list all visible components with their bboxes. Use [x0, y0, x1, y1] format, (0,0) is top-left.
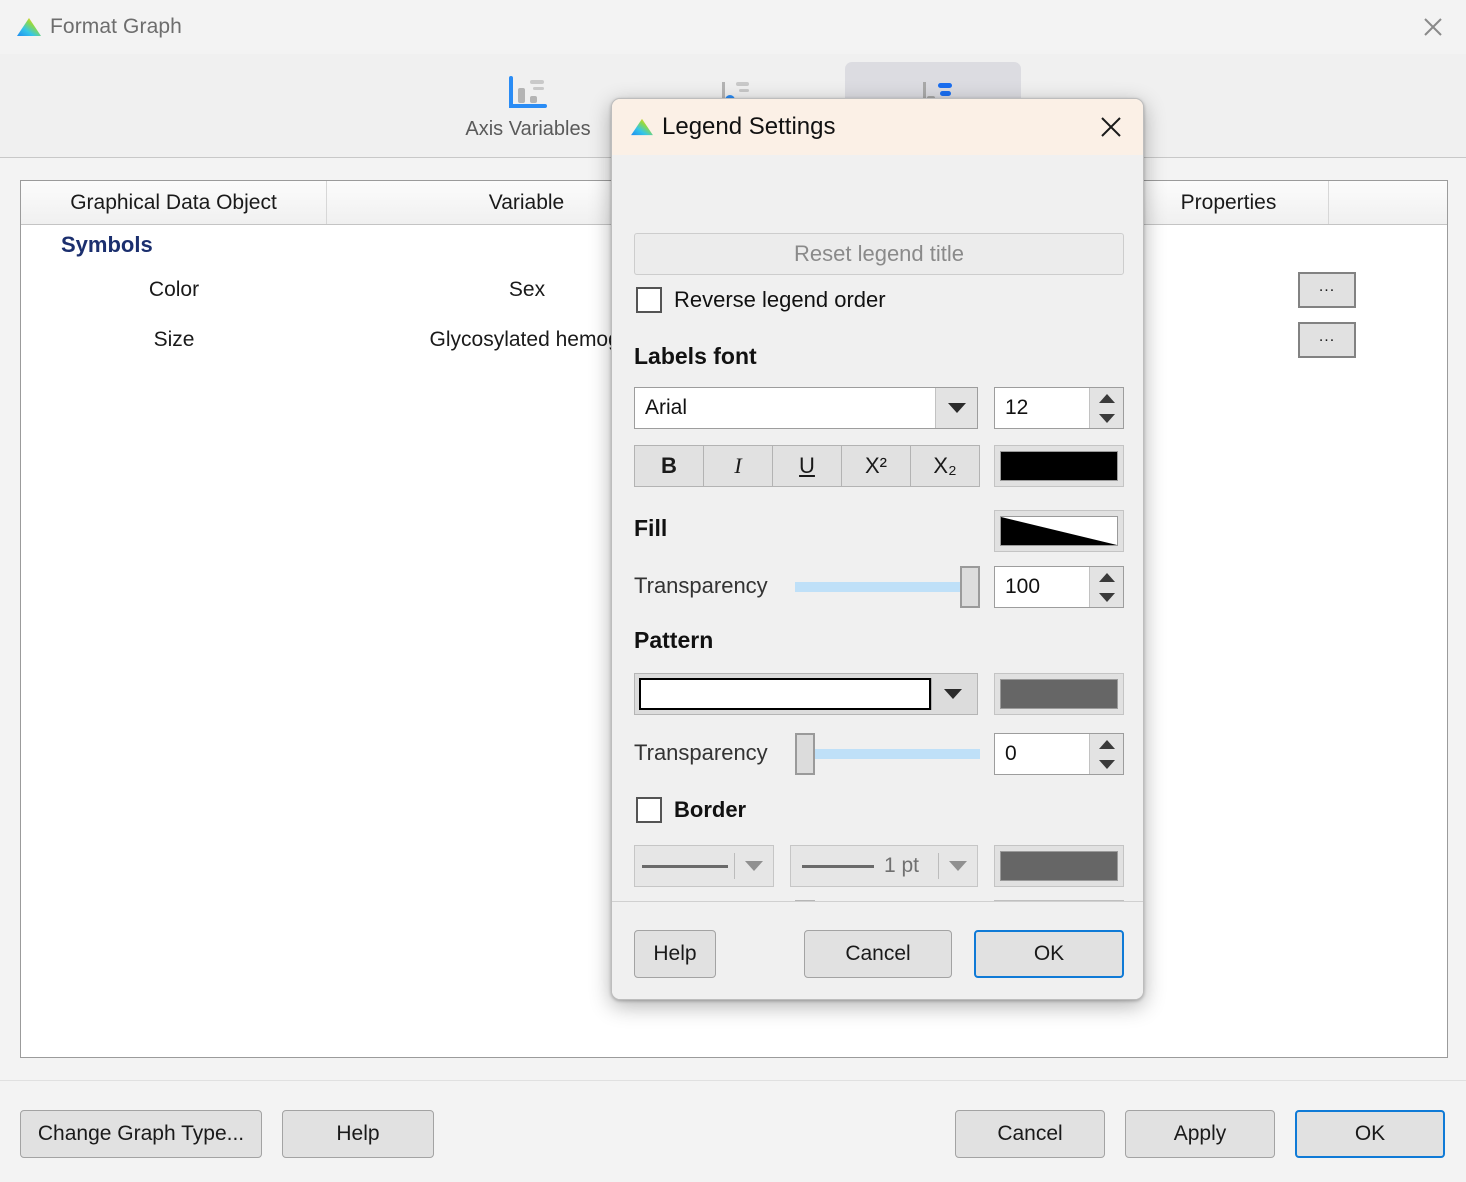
reverse-legend-order-checkbox[interactable] — [636, 287, 662, 313]
properties-column: ... ... — [1227, 226, 1427, 358]
font-size-spinner[interactable]: 12 — [994, 387, 1124, 429]
slider-thumb[interactable] — [960, 566, 980, 608]
font-color-fill — [1000, 451, 1118, 481]
stepper-up-icon[interactable] — [1090, 388, 1123, 408]
font-size-stepper[interactable] — [1089, 388, 1123, 428]
dialog-title: Legend Settings — [662, 113, 835, 141]
prism-triangle-logo — [630, 117, 654, 137]
stepper-down-icon[interactable] — [1090, 587, 1123, 607]
fill-transparency-slider[interactable] — [795, 566, 980, 608]
stepper-down-icon[interactable] — [1090, 754, 1123, 774]
subscript-button[interactable]: X₂ — [910, 445, 980, 487]
superscript-button[interactable]: X² — [841, 445, 911, 487]
bold-button[interactable]: B — [634, 445, 704, 487]
fill-heading: Fill — [634, 515, 667, 542]
pattern-transparency-stepper[interactable] — [1089, 734, 1123, 774]
reset-legend-title-button[interactable]: Reset legend title — [634, 233, 1124, 275]
fill-gradient-preview — [1000, 516, 1118, 546]
pattern-color-fill — [1000, 679, 1118, 709]
stepper-up-icon[interactable] — [1090, 734, 1123, 754]
ok-button[interactable]: OK — [1295, 1110, 1445, 1158]
dialog-body: Reset legend title Reverse legend order … — [612, 155, 1143, 903]
tab-axis-variables-label: Axis Variables — [465, 118, 590, 141]
border-row[interactable]: Border — [636, 797, 746, 823]
column-header-properties[interactable]: Properties — [1129, 181, 1329, 224]
change-graph-type-button[interactable]: Change Graph Type... — [20, 1110, 262, 1158]
chevron-down-icon[interactable] — [939, 861, 977, 871]
help-button[interactable]: Help — [282, 1110, 434, 1158]
window-title: Format Graph — [50, 15, 182, 39]
chevron-down-icon[interactable] — [935, 388, 977, 428]
slider-track — [795, 749, 980, 759]
dialog-titlebar: Legend Settings — [612, 99, 1143, 155]
border-thickness-combo[interactable]: 1 pt — [790, 845, 978, 887]
column-header-trailing[interactable] — [1329, 181, 1447, 224]
thickness-preview: 1 pt — [791, 854, 938, 878]
axis-variables-icon — [505, 74, 551, 114]
fill-color-swatch[interactable] — [994, 510, 1124, 552]
border-thickness-value: 1 pt — [884, 854, 919, 878]
border-line-style-combo[interactable] — [634, 845, 774, 887]
underline-button[interactable]: U — [772, 445, 842, 487]
prism-triangle-logo — [16, 16, 42, 38]
reverse-legend-order-label: Reverse legend order — [674, 287, 886, 313]
fill-transparency-spinner[interactable]: 100 — [994, 566, 1124, 608]
format-graph-window: Format Graph Axis Variables — [0, 0, 1466, 1182]
pattern-transparency-spinner[interactable]: 0 — [994, 733, 1124, 775]
cell-object: Size — [21, 315, 327, 365]
properties-ellipsis-button[interactable]: ... — [1298, 272, 1356, 308]
window-titlebar: Format Graph — [0, 0, 1466, 54]
dialog-footer: Help Cancel OK — [612, 901, 1143, 999]
slider-thumb[interactable] — [795, 733, 815, 775]
pattern-preview — [639, 678, 931, 710]
font-size-value[interactable]: 12 — [995, 388, 1089, 428]
close-icon — [1421, 15, 1445, 39]
pattern-transparency-value[interactable]: 0 — [995, 734, 1089, 774]
dialog-cancel-button[interactable]: Cancel — [804, 930, 952, 978]
border-color-fill — [1000, 851, 1118, 881]
border-checkbox[interactable] — [636, 797, 662, 823]
column-header-graphical-data-object[interactable]: Graphical Data Object — [21, 181, 327, 224]
dialog-help-button[interactable]: Help — [634, 930, 716, 978]
font-style-button-group: B I U X² X₂ — [634, 445, 980, 487]
border-color-swatch[interactable] — [994, 845, 1124, 887]
cell-object: Color — [21, 265, 327, 315]
close-icon — [1098, 114, 1124, 140]
apply-button[interactable]: Apply — [1125, 1110, 1275, 1158]
fill-transparency-label: Transparency — [634, 573, 768, 599]
line-style-preview — [635, 865, 734, 868]
font-color-swatch[interactable] — [994, 445, 1124, 487]
legend-settings-dialog: Legend Settings Reset legend title Rever… — [611, 98, 1144, 1000]
slider-track — [795, 582, 980, 592]
dialog-close-button[interactable] — [1091, 109, 1131, 145]
chevron-down-icon[interactable] — [735, 861, 773, 871]
reverse-legend-order-row[interactable]: Reverse legend order — [636, 287, 886, 313]
pattern-color-swatch[interactable] — [994, 673, 1124, 715]
pattern-transparency-slider[interactable] — [795, 733, 980, 775]
font-family-value: Arial — [635, 388, 935, 428]
tab-axis-variables[interactable]: Axis Variables — [440, 62, 616, 150]
fill-transparency-stepper[interactable] — [1089, 567, 1123, 607]
font-family-combo[interactable]: Arial — [634, 387, 978, 429]
labels-font-heading: Labels font — [634, 343, 757, 370]
properties-ellipsis-button[interactable]: ... — [1298, 322, 1356, 358]
cancel-button[interactable]: Cancel — [955, 1110, 1105, 1158]
pattern-heading: Pattern — [634, 627, 713, 654]
border-label: Border — [674, 797, 746, 823]
window-close-icon[interactable] — [1400, 0, 1466, 54]
fill-transparency-value[interactable]: 100 — [995, 567, 1089, 607]
stepper-down-icon[interactable] — [1090, 408, 1123, 428]
italic-button[interactable]: I — [703, 445, 773, 487]
pattern-transparency-label: Transparency — [634, 740, 768, 766]
stepper-up-icon[interactable] — [1090, 567, 1123, 587]
pattern-combo[interactable] — [634, 673, 978, 715]
chevron-down-icon[interactable] — [931, 678, 973, 710]
dialog-ok-button[interactable]: OK — [974, 930, 1124, 978]
